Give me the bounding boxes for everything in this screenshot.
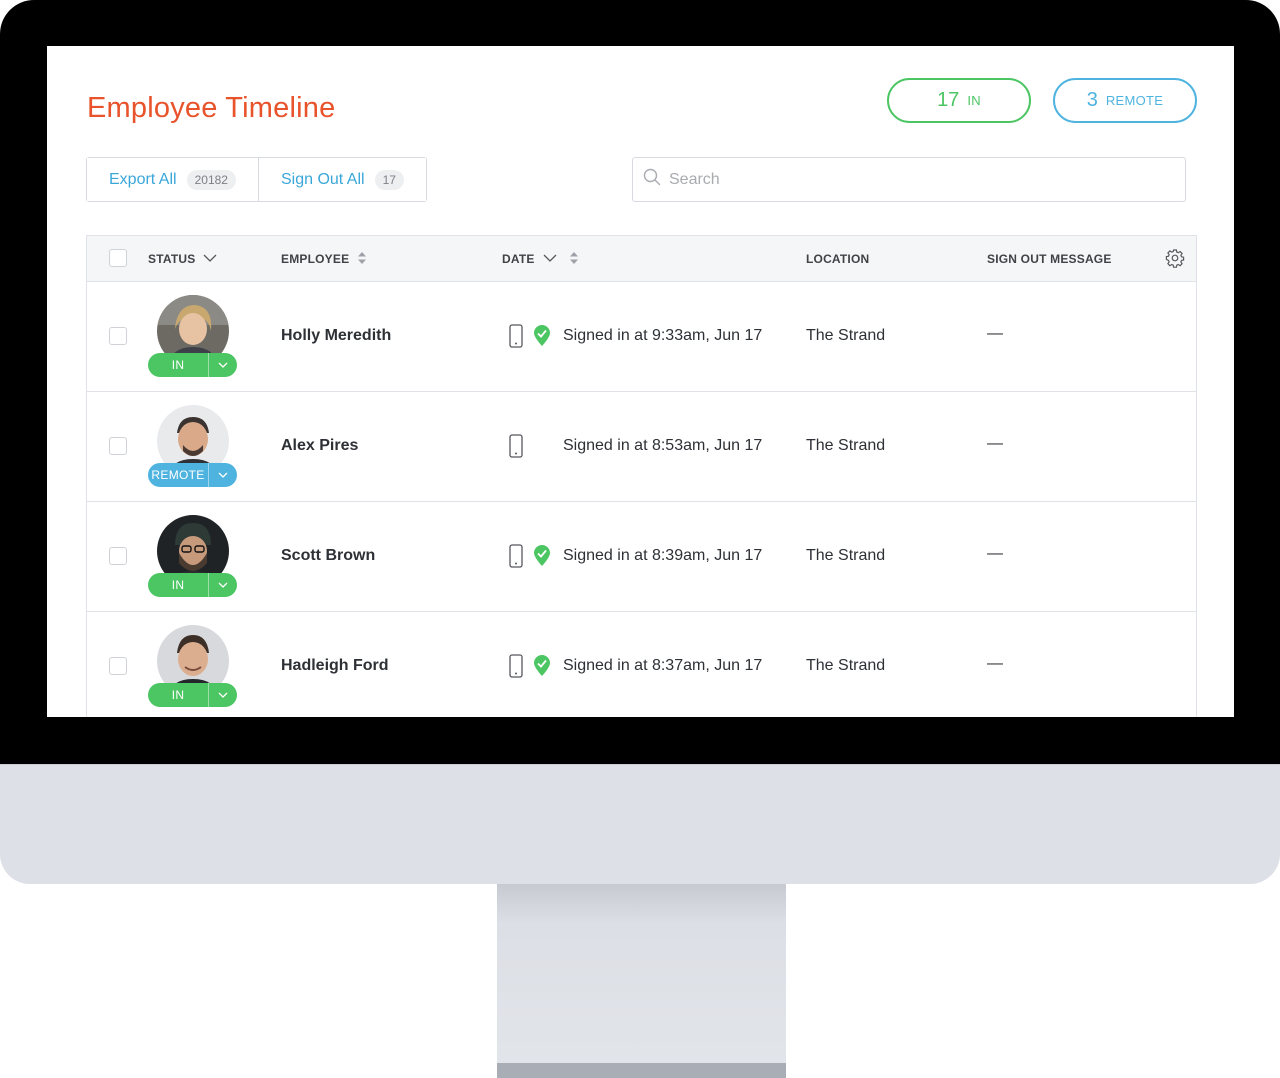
sign-out-message: — bbox=[987, 325, 1003, 342]
chevron-down-icon bbox=[209, 692, 237, 698]
phone-icon bbox=[509, 654, 523, 683]
row-checkbox[interactable] bbox=[109, 547, 127, 565]
location-verified-icon bbox=[533, 655, 551, 682]
table-row[interactable]: REMOTE Alex Pires Signed in at 8:53am, J… bbox=[87, 392, 1196, 502]
status-column-header[interactable]: STATUS bbox=[148, 236, 217, 282]
employee-name[interactable]: Hadleigh Ford bbox=[281, 657, 389, 675]
status-dropdown[interactable]: IN bbox=[148, 353, 237, 377]
status-label: IN bbox=[171, 578, 185, 592]
employee-column-label: EMPLOYEE bbox=[281, 252, 350, 266]
sign-in-time: Signed in at 9:33am, Jun 17 bbox=[563, 327, 763, 344]
export-all-button[interactable]: Export All 20182 bbox=[87, 158, 258, 201]
date-column-header[interactable]: DATE bbox=[502, 236, 579, 282]
phone-icon bbox=[509, 434, 523, 463]
table-row[interactable]: IN Hadleigh Ford Signed in at 8:37am, Ju… bbox=[87, 612, 1196, 717]
sign-out-message: — bbox=[987, 655, 1003, 672]
sort-icon bbox=[569, 251, 579, 268]
row-checkbox[interactable] bbox=[109, 437, 127, 455]
row-checkbox[interactable] bbox=[109, 327, 127, 345]
message-column-label: SIGN OUT MESSAGE bbox=[987, 252, 1112, 266]
status-dropdown[interactable]: IN bbox=[148, 683, 237, 707]
status-dropdown[interactable]: REMOTE bbox=[148, 463, 237, 487]
status-dropdown[interactable]: IN bbox=[148, 573, 237, 597]
status-label: IN bbox=[171, 688, 185, 702]
gear-icon bbox=[1165, 248, 1185, 271]
location: The Strand bbox=[806, 547, 886, 564]
chevron-down-icon bbox=[209, 362, 237, 368]
employee-column-header[interactable]: EMPLOYEE bbox=[281, 236, 367, 282]
employee-table: STATUS EMPLOYEE DATE LOCATION SIGN OUT M… bbox=[86, 235, 1197, 717]
monitor-stand bbox=[497, 884, 786, 1078]
sign-out-all-label: Sign Out All bbox=[280, 170, 365, 188]
chevron-down-icon bbox=[543, 252, 557, 266]
remote-count: 3 bbox=[1086, 89, 1098, 111]
bulk-actions: Export All 20182 Sign Out All 17 bbox=[86, 157, 427, 202]
location: The Strand bbox=[806, 327, 886, 344]
location-verified-icon bbox=[533, 325, 551, 352]
status-column-label: STATUS bbox=[148, 252, 196, 266]
sign-out-all-button[interactable]: Sign Out All 17 bbox=[257, 158, 426, 201]
status-label: REMOTE bbox=[151, 468, 205, 482]
date-column-label: DATE bbox=[502, 252, 535, 266]
page-title: Employee Timeline bbox=[87, 92, 336, 124]
employee-name[interactable]: Scott Brown bbox=[281, 547, 375, 565]
location-column-header: LOCATION bbox=[806, 236, 869, 282]
employee-name[interactable]: Holly Meredith bbox=[281, 327, 391, 345]
message-column-header: SIGN OUT MESSAGE bbox=[987, 236, 1112, 282]
in-count: 17 bbox=[937, 89, 960, 111]
export-all-label: Export All bbox=[109, 170, 177, 188]
table-header: STATUS EMPLOYEE DATE LOCATION SIGN OUT M… bbox=[87, 236, 1196, 282]
sign-in-time: Signed in at 8:37am, Jun 17 bbox=[563, 657, 763, 674]
phone-icon bbox=[509, 324, 523, 353]
location: The Strand bbox=[806, 437, 886, 454]
chevron-down-icon bbox=[209, 582, 237, 588]
search-box bbox=[632, 157, 1186, 202]
remote-label: REMOTE bbox=[1105, 93, 1164, 108]
in-label: IN bbox=[967, 93, 981, 108]
location-column-label: LOCATION bbox=[806, 252, 870, 266]
remote-count-filter[interactable]: 3 REMOTE bbox=[1053, 78, 1197, 123]
location-verified-icon bbox=[533, 545, 551, 572]
sign-in-time: Signed in at 8:39am, Jun 17 bbox=[563, 547, 763, 564]
table-settings-button[interactable] bbox=[1165, 236, 1185, 282]
table-row[interactable]: IN Scott Brown Signed in at 8:39am, Jun … bbox=[87, 502, 1196, 612]
search-icon bbox=[643, 168, 661, 191]
location: The Strand bbox=[806, 657, 886, 674]
sign-out-count-badge: 17 bbox=[374, 169, 404, 190]
table-row[interactable]: IN Holly Meredith Signed in at 9:33am, J… bbox=[87, 282, 1196, 392]
monitor-chin bbox=[0, 764, 1280, 884]
status-label: IN bbox=[171, 358, 185, 372]
sort-icon bbox=[357, 251, 367, 268]
sign-in-time: Signed in at 8:53am, Jun 17 bbox=[563, 437, 763, 454]
monitor-stand-base bbox=[497, 1063, 786, 1078]
employee-name[interactable]: Alex Pires bbox=[281, 437, 358, 455]
chevron-down-icon bbox=[203, 252, 217, 266]
search-input[interactable] bbox=[669, 170, 1149, 189]
phone-icon bbox=[509, 544, 523, 573]
export-count-badge: 20182 bbox=[186, 169, 236, 190]
sign-out-message: — bbox=[987, 435, 1003, 452]
app-screen: Employee Timeline 17 IN 3 REMOTE Export … bbox=[47, 46, 1234, 717]
in-count-filter[interactable]: 17 IN bbox=[887, 78, 1031, 123]
select-all-checkbox[interactable] bbox=[109, 249, 127, 267]
chevron-down-icon bbox=[209, 472, 237, 478]
sign-out-message: — bbox=[987, 545, 1003, 562]
row-checkbox[interactable] bbox=[109, 657, 127, 675]
